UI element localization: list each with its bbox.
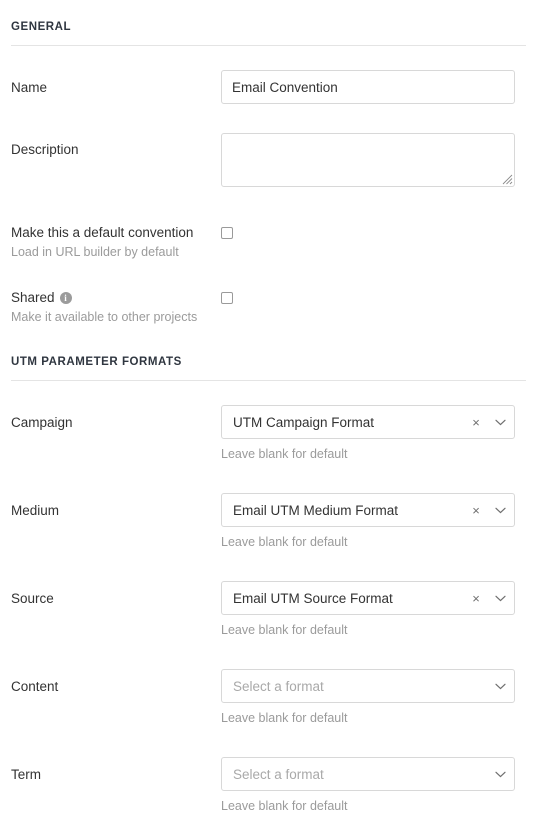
source-helper: Leave blank for default <box>221 623 348 637</box>
field-row-shared: Shared i Make it available to other proje… <box>0 289 537 325</box>
shared-label: Shared <box>11 290 55 305</box>
utm-section: UTM PARAMETER FORMATS <box>0 356 537 381</box>
field-row-source: Source Email UTM Source Format × Leave b… <box>0 581 537 638</box>
field-row-description: Description <box>0 133 537 187</box>
default-convention-label: Make this a default convention <box>11 225 194 240</box>
description-textarea-wrap <box>221 133 515 187</box>
shared-checkbox[interactable] <box>221 292 233 304</box>
content-select[interactable]: Select a format <box>221 669 515 703</box>
description-label: Description <box>11 142 79 157</box>
settings-form-page: GENERAL Name Description Make this a def… <box>0 0 537 835</box>
term-control: Select a format Leave blank for default <box>221 757 526 814</box>
chevron-down-icon[interactable] <box>486 683 514 690</box>
general-section-title: GENERAL <box>11 21 72 33</box>
section-divider <box>11 380 526 381</box>
clear-icon[interactable]: × <box>466 416 486 429</box>
default-convention-control <box>221 224 526 239</box>
term-helper: Leave blank for default <box>221 799 348 813</box>
medium-label: Medium <box>11 503 60 518</box>
name-label: Name <box>11 80 48 95</box>
source-select[interactable]: Email UTM Source Format × <box>221 581 515 615</box>
default-convention-checkbox[interactable] <box>221 227 233 239</box>
general-section: GENERAL <box>0 21 537 46</box>
clear-icon[interactable]: × <box>466 504 486 517</box>
field-row-term: Term Select a format Leave blank for def… <box>0 757 537 814</box>
content-label: Content <box>11 679 59 694</box>
campaign-label: Campaign <box>11 415 73 430</box>
term-label: Term <box>11 767 41 782</box>
description-control <box>221 133 526 187</box>
shared-control <box>221 289 526 304</box>
chevron-down-icon[interactable] <box>486 507 514 514</box>
info-icon[interactable]: i <box>59 292 72 304</box>
default-convention-help: Load in URL builder by default <box>11 245 179 259</box>
campaign-helper: Leave blank for default <box>221 447 348 461</box>
field-row-medium: Medium Email UTM Medium Format × Leave b… <box>0 493 537 550</box>
source-control: Email UTM Source Format × Leave blank fo… <box>221 581 526 638</box>
name-control <box>221 70 526 104</box>
field-row-name: Name <box>0 70 537 104</box>
medium-control: Email UTM Medium Format × Leave blank fo… <box>221 493 526 550</box>
chevron-down-icon[interactable] <box>486 419 514 426</box>
clear-icon[interactable]: × <box>466 592 486 605</box>
shared-label-line: Shared i <box>11 289 221 306</box>
source-label: Source <box>11 591 54 606</box>
term-select[interactable]: Select a format <box>221 757 515 791</box>
content-select-value: Select a format <box>233 678 324 694</box>
field-row-content: Content Select a format Leave blank for … <box>0 669 537 726</box>
chevron-down-icon[interactable] <box>486 595 514 602</box>
source-select-value: Email UTM Source Format <box>233 590 393 606</box>
shared-help: Make it available to other projects <box>11 310 198 324</box>
campaign-select[interactable]: UTM Campaign Format × <box>221 405 515 439</box>
content-helper: Leave blank for default <box>221 711 348 725</box>
field-row-campaign: Campaign UTM Campaign Format × Leave bla… <box>0 405 537 462</box>
campaign-select-value: UTM Campaign Format <box>233 414 375 430</box>
shared-label-group: Shared i Make it available to other proje… <box>11 289 221 325</box>
field-row-default-convention: Make this a default convention Load in U… <box>0 224 537 260</box>
description-textarea[interactable] <box>221 133 515 187</box>
name-input[interactable] <box>221 70 515 104</box>
term-select-value: Select a format <box>233 766 324 782</box>
utm-section-title: UTM PARAMETER FORMATS <box>11 356 182 368</box>
campaign-control: UTM Campaign Format × Leave blank for de… <box>221 405 526 462</box>
default-convention-label-group: Make this a default convention Load in U… <box>11 224 221 260</box>
medium-select-value: Email UTM Medium Format <box>233 502 399 518</box>
content-control: Select a format Leave blank for default <box>221 669 526 726</box>
section-divider <box>11 45 526 46</box>
chevron-down-icon[interactable] <box>486 771 514 778</box>
medium-helper: Leave blank for default <box>221 535 348 549</box>
medium-select[interactable]: Email UTM Medium Format × <box>221 493 515 527</box>
